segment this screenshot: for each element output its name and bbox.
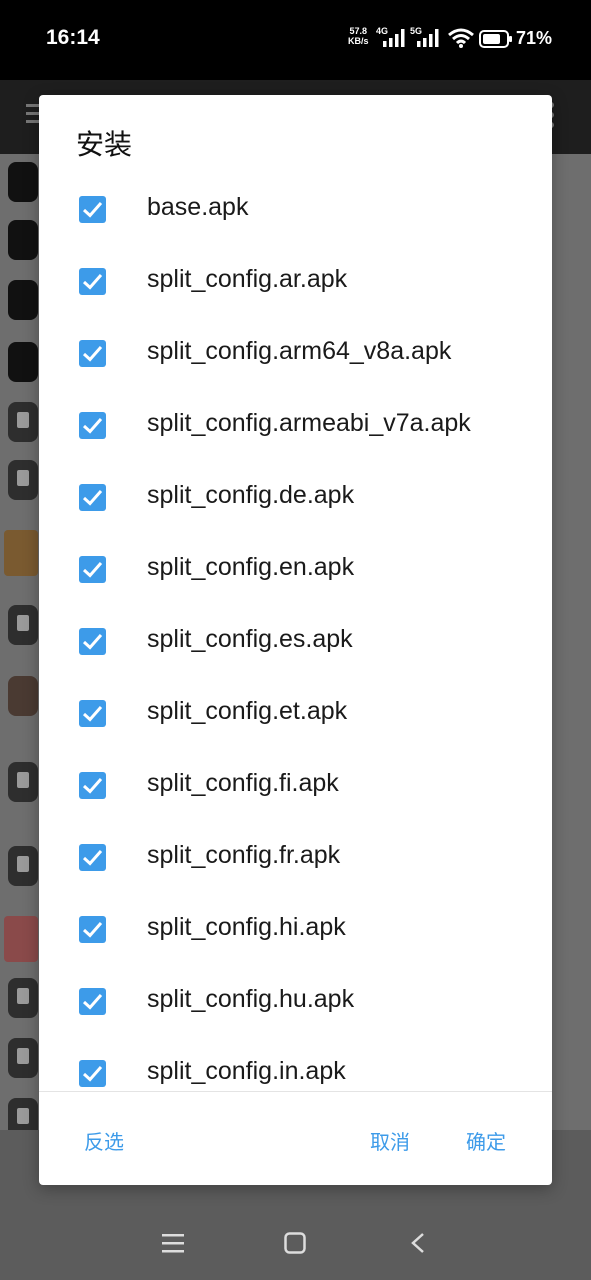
list-item-label: split_config.arm64_v8a.apk	[147, 337, 452, 365]
checkbox[interactable]	[79, 700, 106, 727]
image-thumbnail	[4, 530, 38, 576]
file-icon	[8, 605, 38, 645]
navigation-bar	[0, 1210, 591, 1280]
network-speed: 57.8 KB/s	[348, 26, 369, 46]
list-item[interactable]: split_config.de.apk	[39, 462, 552, 534]
signal-icon	[416, 28, 442, 48]
list-item[interactable]: split_config.en.apk	[39, 534, 552, 606]
checkbox[interactable]	[79, 268, 106, 295]
network-speed-value: 57.8	[349, 26, 368, 36]
list-item-label: split_config.ar.apk	[147, 265, 348, 293]
home-icon[interactable]	[284, 1232, 306, 1258]
file-icon	[8, 762, 38, 802]
list-item-label: base.apk	[147, 193, 249, 221]
signal-icon	[382, 28, 408, 48]
list-item[interactable]: split_config.hi.apk	[39, 894, 552, 966]
menu-icon[interactable]	[162, 1232, 184, 1258]
checkbox[interactable]	[79, 844, 106, 871]
status-bar: 16:14 57.8 KB/s 4G 5G 71%	[0, 0, 591, 80]
list-item-label: split_config.et.apk	[147, 697, 348, 725]
checkbox[interactable]	[79, 196, 106, 223]
battery-percent: 71%	[516, 28, 553, 48]
folder-icon	[8, 220, 38, 260]
checkbox[interactable]	[79, 988, 106, 1015]
list-item-label: split_config.fr.apk	[147, 841, 341, 869]
folder-icon	[8, 342, 38, 382]
list-item[interactable]: split_config.in.apk	[39, 1038, 552, 1091]
apk-list[interactable]: base.apk split_config.ar.apk split_config.…	[39, 174, 552, 1091]
file-icon	[8, 402, 38, 442]
list-item-label: split_config.hu.apk	[147, 985, 355, 1013]
list-item[interactable]: base.apk	[39, 174, 552, 246]
list-item[interactable]: split_config.armeabi_v7a.apk	[39, 390, 552, 462]
checkbox[interactable]	[79, 556, 106, 583]
divider	[39, 1091, 552, 1092]
list-item-label: split_config.in.apk	[147, 1057, 346, 1085]
file-icon	[8, 846, 38, 886]
checkbox[interactable]	[79, 340, 106, 367]
checkbox[interactable]	[79, 484, 106, 511]
file-icon	[8, 460, 38, 500]
install-dialog: 安装 base.apk split_config.ar.apk split_conf…	[39, 95, 552, 1185]
checkbox[interactable]	[79, 1060, 106, 1087]
checkbox[interactable]	[79, 628, 106, 655]
list-item[interactable]: split_config.et.apk	[39, 678, 552, 750]
checkbox[interactable]	[79, 916, 106, 943]
battery-icon	[479, 30, 513, 48]
checkbox[interactable]	[79, 412, 106, 439]
folder-icon	[8, 162, 38, 202]
apk-icon	[8, 676, 38, 716]
clock: 16:14	[46, 26, 100, 49]
checkbox[interactable]	[79, 772, 106, 799]
list-item[interactable]: split_config.es.apk	[39, 606, 552, 678]
list-item-label: split_config.de.apk	[147, 481, 355, 509]
confirm-button[interactable]: 确定	[466, 1126, 506, 1155]
invert-selection-button[interactable]: 反选	[84, 1126, 124, 1155]
file-icon	[8, 978, 38, 1018]
file-icon	[8, 1038, 38, 1078]
network-speed-unit: KB/s	[348, 36, 369, 46]
list-item[interactable]: split_config.hu.apk	[39, 966, 552, 1038]
cancel-button[interactable]: 取消	[370, 1126, 410, 1155]
dialog-title: 安装	[76, 128, 133, 161]
back-icon[interactable]	[408, 1232, 428, 1258]
list-item-label: split_config.hi.apk	[147, 913, 346, 941]
list-item[interactable]: split_config.arm64_v8a.apk	[39, 318, 552, 390]
folder-icon	[8, 280, 38, 320]
wifi-icon	[448, 28, 474, 48]
list-item[interactable]: split_config.ar.apk	[39, 246, 552, 318]
list-item-label: split_config.armeabi_v7a.apk	[147, 409, 471, 437]
list-item-label: split_config.fi.apk	[147, 769, 339, 797]
list-item-label: split_config.es.apk	[147, 625, 353, 653]
image-thumbnail	[4, 916, 38, 962]
list-item[interactable]: split_config.fi.apk	[39, 750, 552, 822]
list-item[interactable]: split_config.fr.apk	[39, 822, 552, 894]
list-item-label: split_config.en.apk	[147, 553, 355, 581]
